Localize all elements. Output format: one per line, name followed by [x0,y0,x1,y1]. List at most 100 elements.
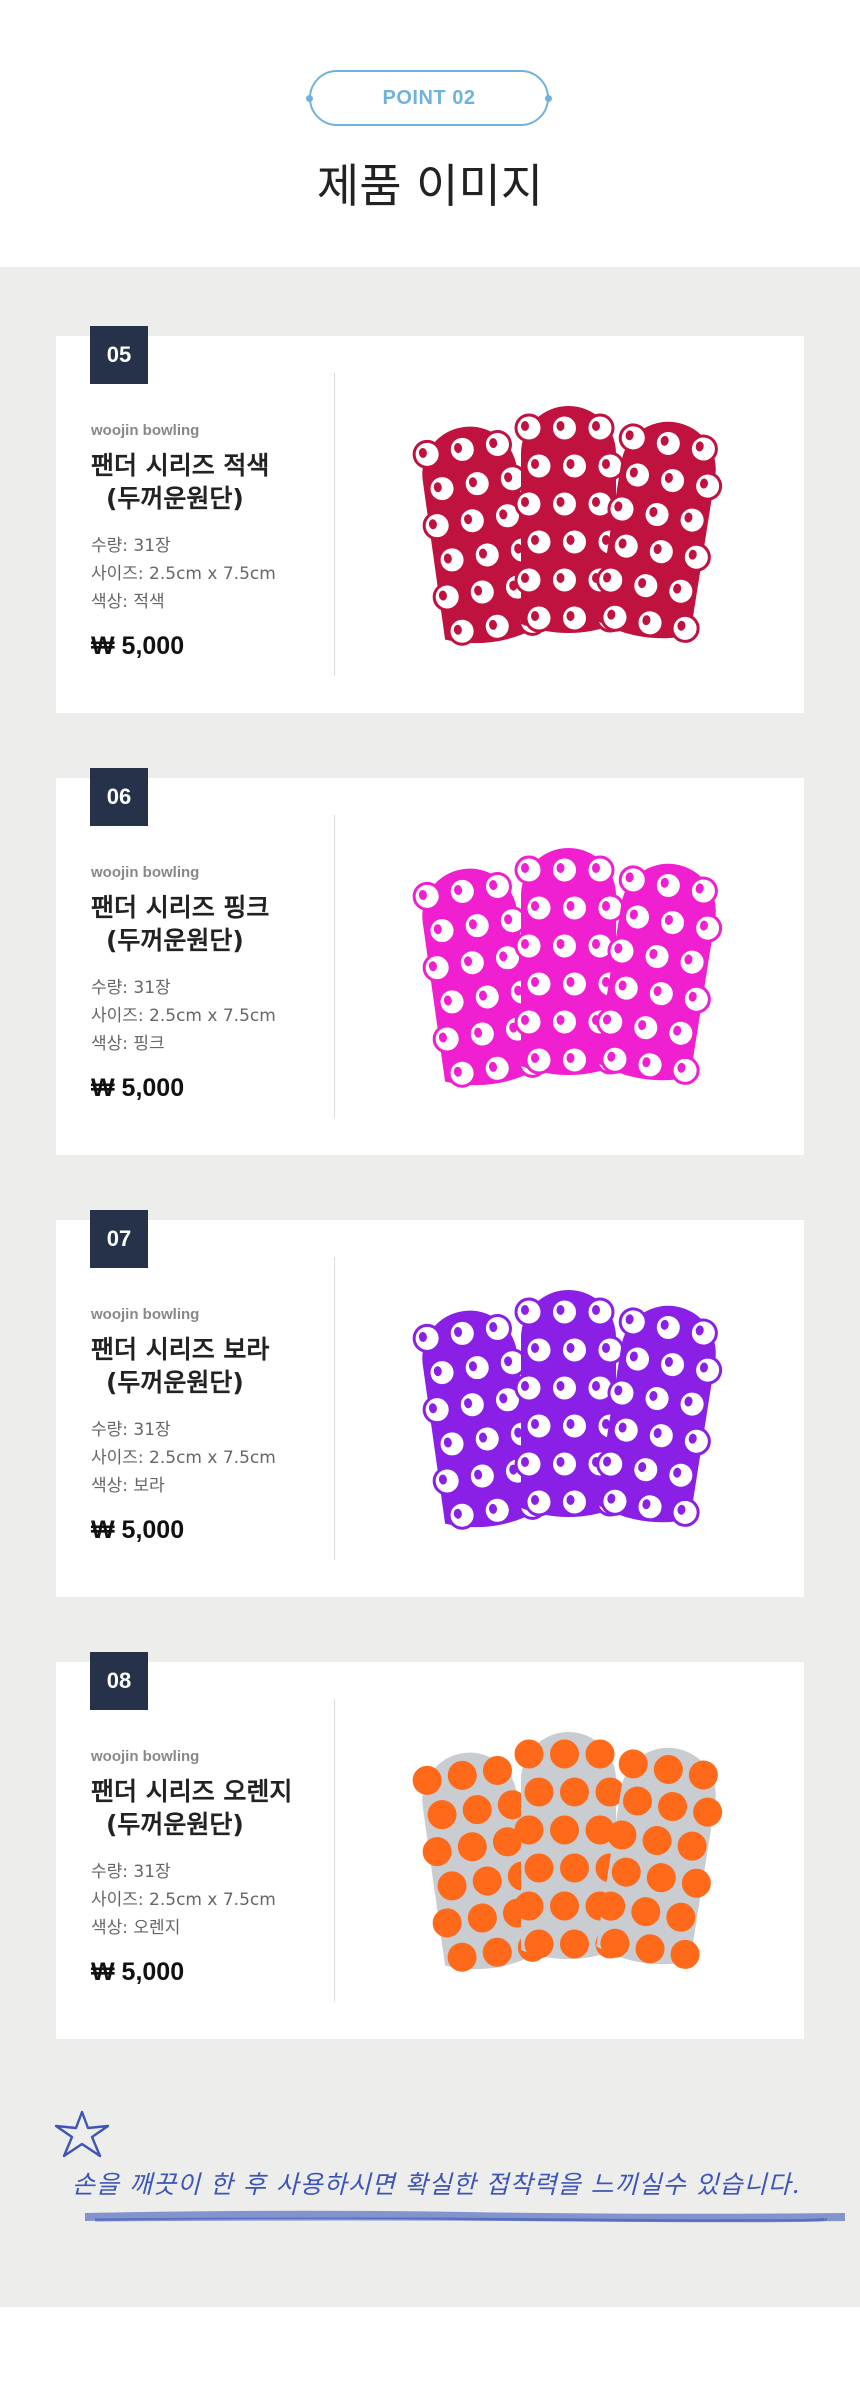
panda-pattern [514,1373,544,1403]
panda-pattern [524,1929,554,1959]
panda-pattern [550,1739,579,1769]
panda-pattern [550,1891,579,1921]
panda-pattern [524,1487,554,1517]
panda-eye [556,421,565,431]
panda-eye [566,1937,575,1947]
panda-pattern [524,451,554,481]
product-price: ₩ 5,000 [91,1958,185,1986]
panda-eye [531,611,539,621]
product-brand: woojin bowling [91,1306,200,1323]
product-size: 사이즈: 2.5cm x 7.5cm [91,1006,276,1026]
panda-pattern [524,1411,554,1441]
panda-eye [521,1015,529,1025]
panda-pattern [550,855,579,885]
panda-eye [531,1343,539,1353]
product-price: ₩ 5,000 [91,1074,185,1102]
product-image[interactable] [411,1722,731,1982]
panda-eye [602,459,610,469]
panda-pattern [514,855,544,885]
pill-dot-left [306,95,313,102]
product-number-badge: 05 [90,326,148,384]
product-specs: 수량: 31장 사이즈: 2.5cm x 7.5cm 색상: 적색 [91,532,276,616]
panda-eye [556,939,565,949]
product-price: ₩ 5,000 [91,1516,185,1544]
product-name: 팬더 시리즈 적색 (두꺼운원단) [91,449,331,515]
panda-eye [592,497,600,507]
product-card[interactable]: 08 woojin bowling 팬더 시리즈 오렌지 (두꺼운원단) 수량:… [56,1652,804,2039]
panda-pattern [524,1777,554,1807]
panda-eye [592,1823,600,1833]
product-specs: 수량: 31장 사이즈: 2.5cm x 7.5cm 색상: 보라 [91,1416,276,1500]
panda-pattern [595,1777,625,1807]
panda-eye [521,1381,529,1391]
panda-pattern [524,1853,554,1883]
panda-pattern [560,451,589,481]
panda-eye [566,611,575,621]
product-qty: 수량: 31장 [91,1420,171,1440]
product-size: 사이즈: 2.5cm x 7.5cm [91,1890,276,1910]
product-number-badge: 08 [90,1652,148,1710]
panda-eye [592,1381,600,1391]
card-divider [334,815,335,1118]
pill-dot-right [545,95,552,102]
product-size: 사이즈: 2.5cm x 7.5cm [91,564,276,584]
panda-pattern [560,1045,589,1075]
product-number: 08 [106,1668,132,1693]
panda-eye [556,1015,565,1025]
panda-eye [521,497,529,507]
product-number: 06 [106,784,132,809]
panda-pattern [514,1007,544,1037]
panda-eye [566,1419,575,1429]
panda-pattern [514,413,544,443]
panda-eye [531,459,539,469]
panda-pattern [524,969,554,999]
panda-pattern [514,931,544,961]
panda-pattern [560,1487,589,1517]
panda-eye [531,1495,539,1505]
panda-eye [531,1419,539,1429]
panda-pattern [514,489,544,519]
product-color: 색상: 오렌지 [91,1918,181,1938]
panda-eye [566,1785,575,1795]
panda-pattern [514,1297,544,1327]
panda-pattern [560,1411,589,1441]
product-card[interactable]: 06 woojin bowling 팬더 시리즈 핑크 (두꺼운원단) 수량: … [56,768,804,1155]
panda-pattern [550,1007,579,1037]
panda-eye [566,1495,575,1505]
product-number: 05 [106,342,132,367]
product-card[interactable]: 07 woojin bowling 팬더 시리즈 보라 (두꺼운원단) 수량: … [56,1210,804,1597]
product-image[interactable] [411,396,731,656]
card-divider [334,1699,335,2002]
panda-eye [531,1785,539,1795]
panda-pattern [524,1045,554,1075]
panda-pattern [524,893,554,923]
panda-eye [531,901,539,911]
panda-eye [592,939,600,949]
card-divider [334,373,335,676]
panda-pattern [514,1891,544,1921]
panda-eye [521,1823,529,1833]
panda-eye [531,1937,539,1947]
panda-pattern [595,1335,625,1365]
point-badge: POINT 02 [306,70,552,126]
panda-eye [556,1823,565,1833]
product-image[interactable] [411,1280,731,1540]
panda-eye [566,1053,575,1063]
panda-eye [566,459,575,469]
product-card[interactable]: 05 woojin bowling 팬더 시리즈 적색 (두꺼운원단) 수량: … [56,326,804,713]
panda-pattern [585,1297,615,1327]
panda-eye [602,1785,610,1795]
product-specs: 수량: 31장 사이즈: 2.5cm x 7.5cm 색상: 핑크 [91,974,276,1058]
panda-eye [556,863,565,873]
panda-pattern [514,1739,544,1769]
panda-pattern [550,565,579,595]
panda-pattern [524,1335,554,1365]
usage-note: 손을 깨끗이 한 후 사용하시면 확실한 접착력을 느끼실수 있습니다. [72,2170,801,2199]
panda-pattern [585,855,615,885]
panda-eye [556,1305,565,1315]
panda-eye [556,497,565,507]
product-qty: 수량: 31장 [91,1862,171,1882]
product-image[interactable] [411,838,731,1098]
product-name-line1: 팬더 시리즈 보라 [91,1335,270,1364]
panda-eye [592,421,600,431]
